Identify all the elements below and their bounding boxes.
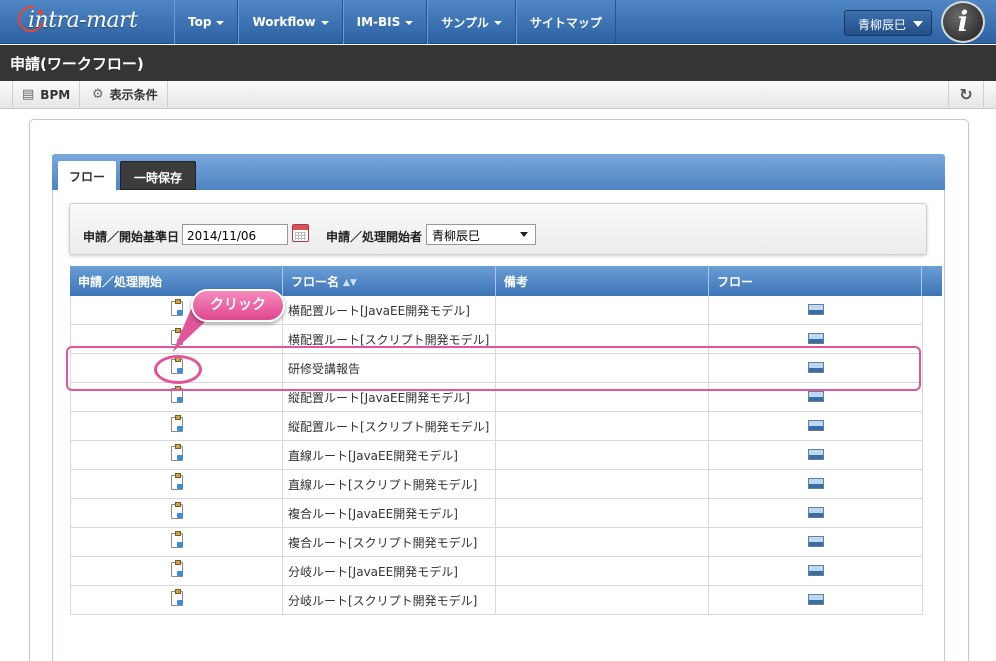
- flow-image-icon[interactable]: [807, 507, 824, 518]
- display-conditions-button[interactable]: ⚙ 表示条件: [83, 81, 168, 108]
- main-menu: Top Workflow IM-BIS サンプル サイトマップ: [174, 0, 616, 44]
- chevron-down-icon: [216, 21, 225, 25]
- nav-item-workflow[interactable]: Workflow: [238, 0, 343, 44]
- bpm-button[interactable]: ▤ BPM: [12, 81, 81, 108]
- tab-flow[interactable]: フロー: [58, 161, 116, 190]
- note-cell: [496, 412, 709, 440]
- flow-name-cell: 分岐ルート[JavaEE開発モデル]: [283, 557, 496, 585]
- note-cell: [496, 528, 709, 556]
- table-row: 直線ルート[スクリプト開発モデル]: [70, 470, 923, 499]
- table-row: 分岐ルート[JavaEE開発モデル]: [70, 557, 923, 586]
- flow-image-icon[interactable]: [807, 478, 824, 489]
- flow-name-cell: 縦配置ルート[スクリプト開発モデル]: [283, 412, 496, 440]
- note-cell: [496, 557, 709, 585]
- column-header-flow-name[interactable]: フロー名 ▲▼: [283, 266, 496, 296]
- flow-image-icon[interactable]: [807, 594, 824, 605]
- nav-item-sitemap[interactable]: サイトマップ: [515, 0, 616, 44]
- info-logo-icon[interactable]: i: [941, 1, 985, 43]
- toolbar: ▤ BPM ⚙ 表示条件 ↻: [0, 81, 996, 109]
- flow-name-cell: 分岐ルート[スクリプト開発モデル]: [283, 586, 496, 614]
- user-menu-dropdown[interactable]: 青柳辰巳: [844, 10, 932, 36]
- table-row: 直線ルート[JavaEE開発モデル]: [70, 441, 923, 470]
- click-highlight-ring: [154, 355, 202, 384]
- note-cell: [496, 586, 709, 614]
- chevron-down-icon: [493, 21, 502, 25]
- apply-clipboard-icon[interactable]: [170, 531, 183, 548]
- nav-item-label: Workflow: [252, 15, 316, 29]
- table-row: 複合ルート[スクリプト開発モデル]: [70, 528, 923, 557]
- flow-image-icon[interactable]: [807, 391, 824, 402]
- apply-clipboard-icon[interactable]: [170, 502, 183, 519]
- nav-item-top[interactable]: Top: [174, 0, 239, 44]
- top-navigation-bar: intra-mart Top Workflow IM-BIS サンプル サイトマ…: [0, 0, 996, 44]
- tab-strip: フロー 一時保存: [52, 154, 945, 190]
- tab-temporary-save[interactable]: 一時保存: [120, 161, 196, 190]
- apply-clipboard-icon[interactable]: [170, 415, 183, 432]
- column-header-note: 備考: [496, 266, 709, 296]
- column-header-flow: フロー: [709, 266, 922, 296]
- refresh-icon[interactable]: ↻: [948, 81, 984, 108]
- chevron-down-icon: [520, 232, 528, 237]
- apply-clipboard-icon[interactable]: [170, 589, 183, 606]
- page-title-bar: 申請(ワークフロー): [0, 45, 996, 81]
- flow-name-cell: 直線ルート[JavaEE開発モデル]: [283, 441, 496, 469]
- apply-clipboard-icon[interactable]: [170, 473, 183, 490]
- note-cell: [496, 441, 709, 469]
- flow-image-icon[interactable]: [807, 304, 824, 315]
- start-date-input[interactable]: [182, 224, 288, 245]
- start-date-label: 申請／開始基準日: [83, 230, 180, 244]
- calendar-icon[interactable]: [292, 224, 309, 242]
- table-row: 分岐ルート[スクリプト開発モデル]: [70, 586, 923, 615]
- table-row: 複合ルート[JavaEE開発モデル]: [70, 499, 923, 528]
- flow-name-cell: 横配置ルート[JavaEE開発モデル]: [283, 296, 496, 324]
- note-cell: [496, 499, 709, 527]
- logo-text: intra-mart: [28, 8, 138, 33]
- nav-item-label: IM-BIS: [356, 15, 401, 29]
- chevron-down-icon: [320, 21, 329, 25]
- sort-icon[interactable]: ▲▼: [343, 278, 357, 287]
- list-icon: ▤: [22, 87, 35, 102]
- flow-image-icon[interactable]: [807, 565, 824, 576]
- nav-item-label: Top: [188, 15, 212, 29]
- note-cell: [496, 470, 709, 498]
- display-conditions-label: 表示条件: [109, 88, 158, 102]
- bpm-label: BPM: [40, 87, 71, 102]
- nav-item-im-bis[interactable]: IM-BIS: [342, 0, 428, 44]
- chevron-down-icon: [913, 21, 923, 27]
- apply-clipboard-icon[interactable]: [170, 299, 183, 316]
- flow-image-icon[interactable]: [807, 333, 824, 344]
- user-name: 青柳辰巳: [858, 18, 907, 32]
- flow-name-cell: 複合ルート[JavaEE開発モデル]: [283, 499, 496, 527]
- page-title: 申請(ワークフロー): [10, 55, 144, 73]
- selected-user: 青柳辰巳: [432, 229, 481, 243]
- column-header-label: フロー名: [291, 275, 340, 289]
- intra-mart-logo[interactable]: intra-mart: [13, 1, 166, 40]
- flow-image-icon[interactable]: [807, 449, 824, 460]
- click-callout-bubble: クリック: [191, 289, 285, 322]
- flow-table-body: 横配置ルート[JavaEE開発モデル] 横配置ルート[スクリプト開発モデル] 研…: [70, 296, 923, 615]
- apply-clipboard-icon[interactable]: [170, 560, 183, 577]
- nav-item-sample[interactable]: サンプル: [427, 0, 516, 44]
- nav-item-label: サンプル: [441, 15, 489, 30]
- start-user-select[interactable]: 青柳辰巳: [426, 224, 536, 245]
- start-user-label: 申請／処理開始者: [326, 230, 423, 244]
- flow-image-icon[interactable]: [807, 420, 824, 431]
- gear-icon: ⚙: [92, 87, 104, 102]
- table-row: 縦配置ルート[スクリプト開発モデル]: [70, 412, 923, 441]
- chevron-down-icon: [405, 21, 414, 25]
- note-cell: [496, 296, 709, 324]
- apply-clipboard-icon[interactable]: [170, 444, 183, 461]
- flow-image-icon[interactable]: [807, 536, 824, 547]
- flow-name-cell: 複合ルート[スクリプト開発モデル]: [283, 528, 496, 556]
- nav-item-label: サイトマップ: [529, 15, 602, 30]
- flow-name-cell: 直線ルート[スクリプト開発モデル]: [283, 470, 496, 498]
